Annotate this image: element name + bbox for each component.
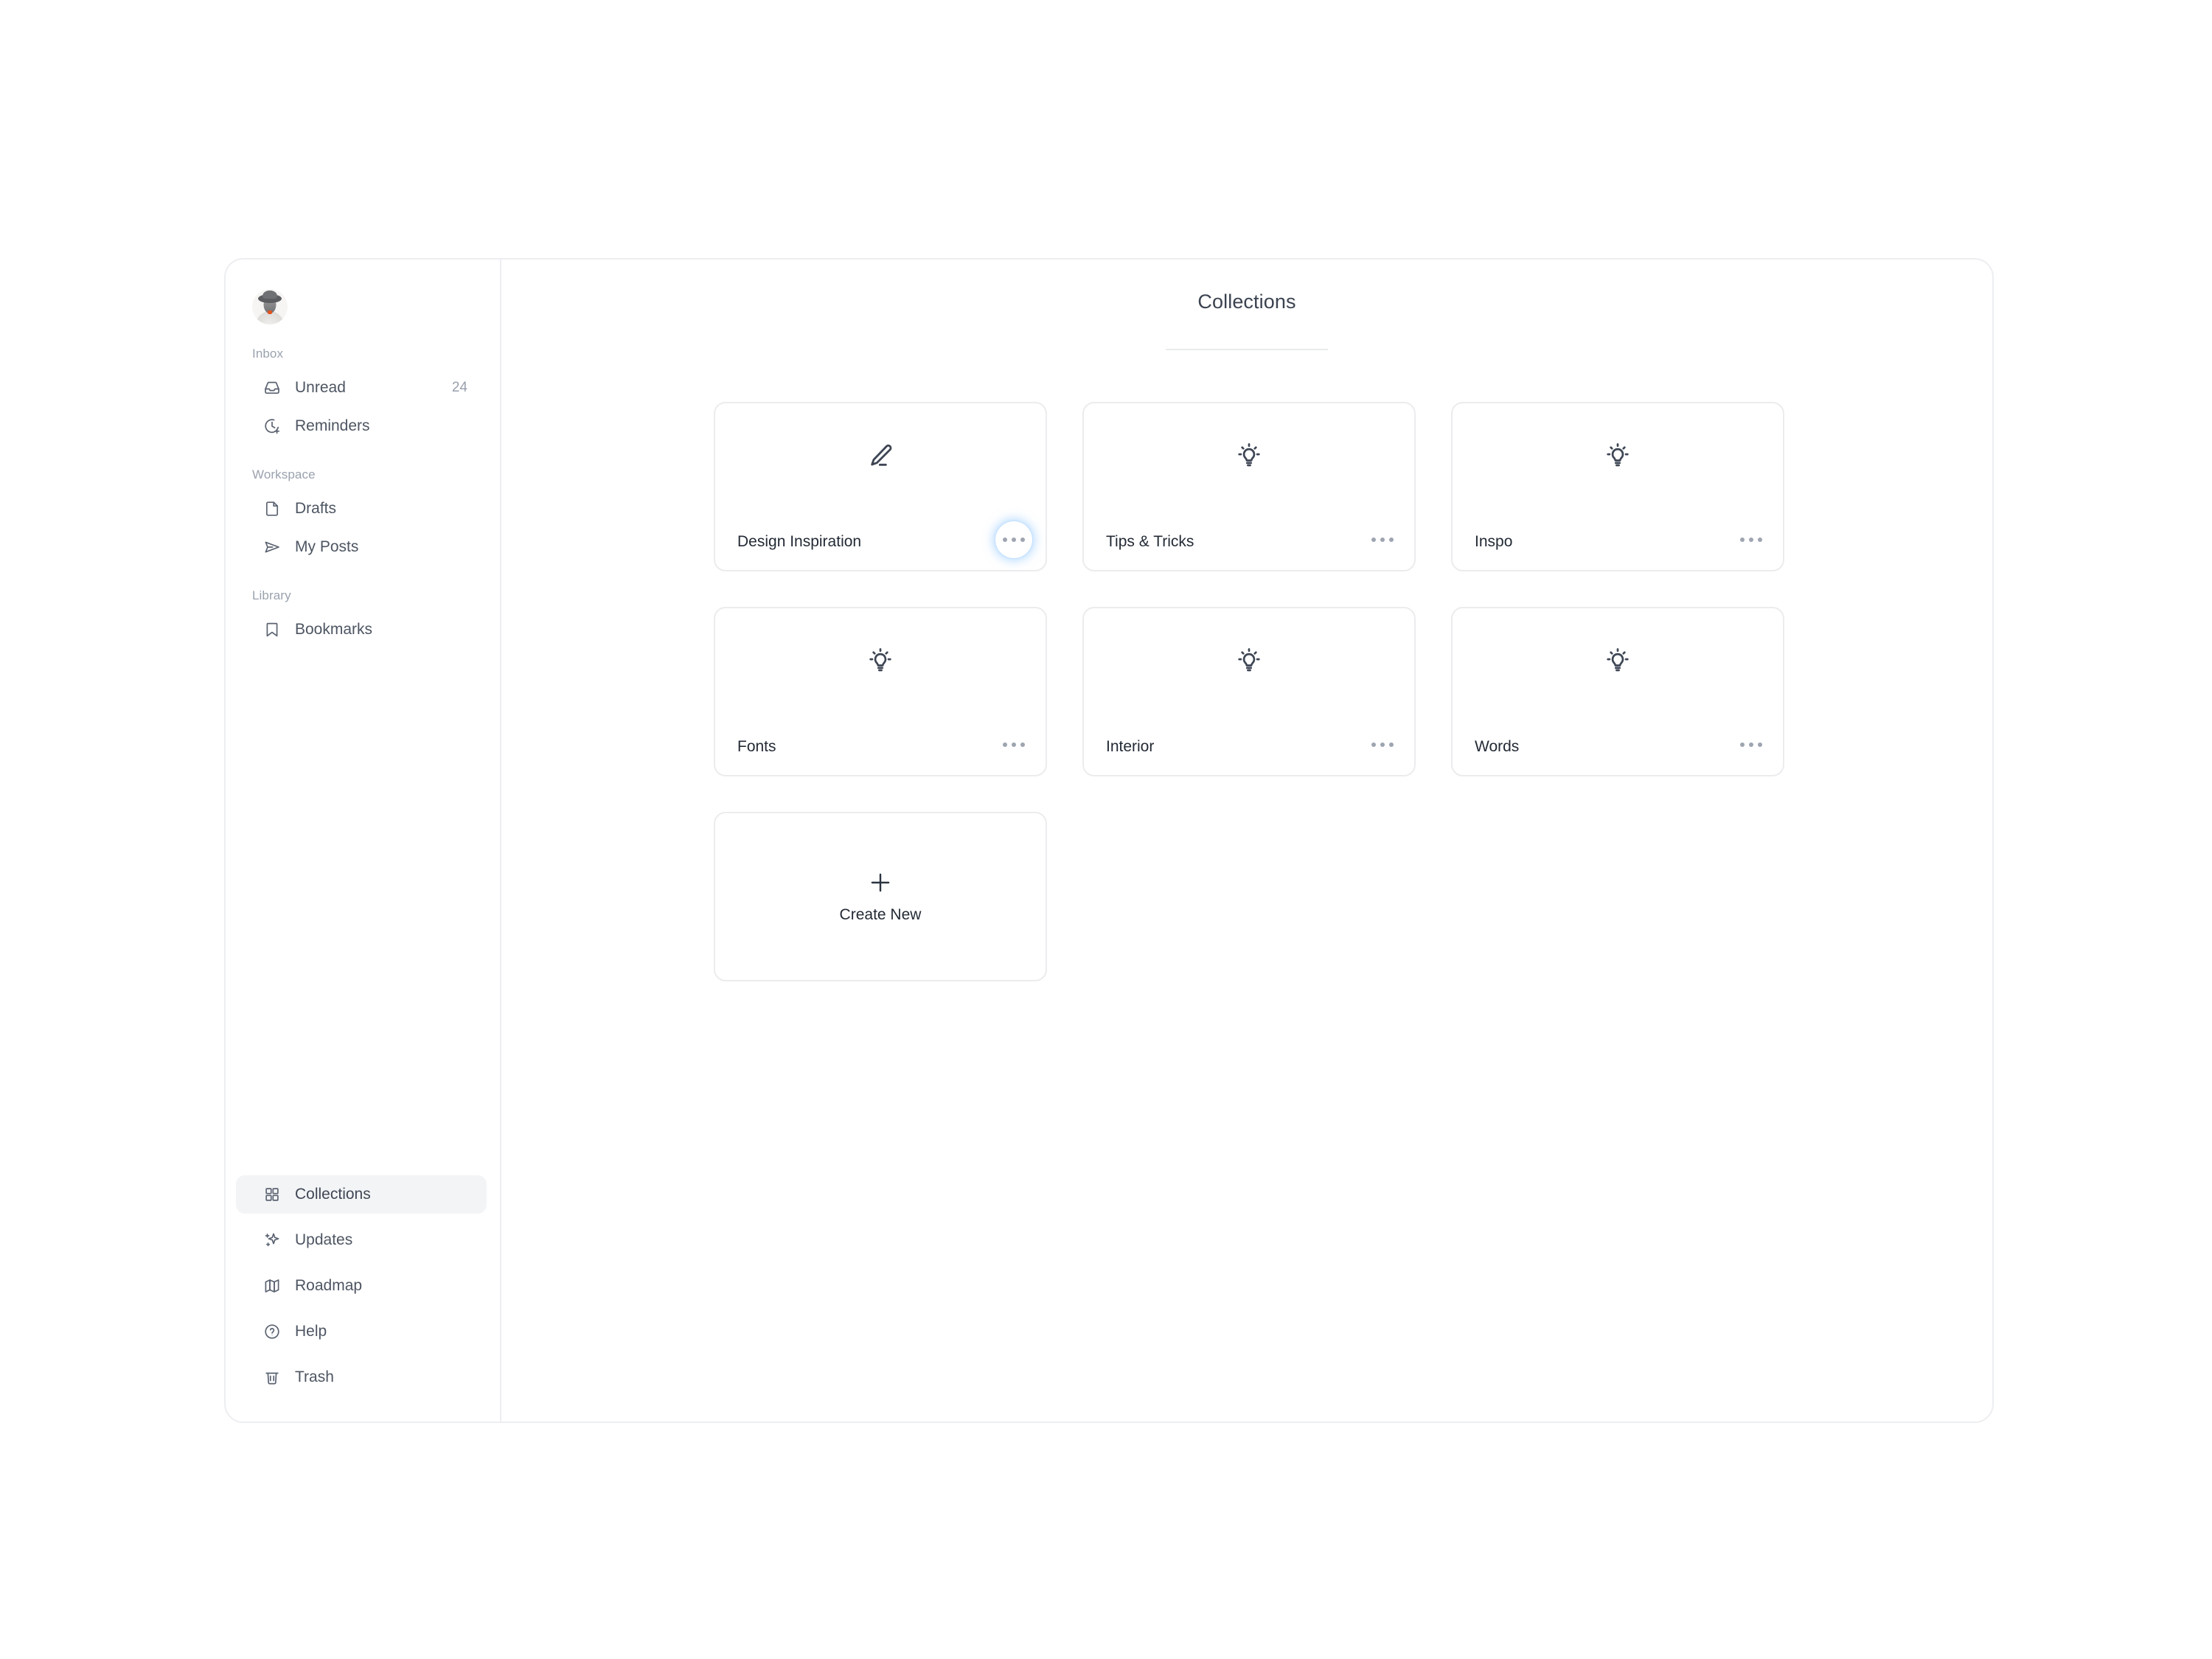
sidebar: Inbox Unread 24 Reminders Workspace Draf…: [226, 260, 501, 1422]
avatar-accent-dot: [268, 310, 272, 314]
send-icon: [262, 538, 282, 557]
collection-card-tips-tricks[interactable]: Tips & Tricks: [1082, 402, 1416, 571]
sidebar-item-label: Roadmap: [295, 1277, 363, 1294]
collection-card-label: Words: [1475, 738, 1520, 755]
collection-card-label: Fonts: [737, 738, 776, 755]
bookmark-icon: [262, 620, 282, 639]
sidebar-item-label: My Posts: [295, 538, 359, 555]
lightbulb-icon: [1453, 442, 1783, 470]
create-new-label: Create New: [839, 906, 922, 923]
lightbulb-icon: [1084, 647, 1414, 675]
grid-icon: [262, 1185, 282, 1204]
sidebar-item-label: Reminders: [295, 417, 370, 434]
map-icon: [262, 1276, 282, 1295]
sidebar-section-label-workspace: Workspace: [252, 467, 316, 481]
collection-more-options-button[interactable]: [1734, 728, 1768, 762]
collection-more-options-button[interactable]: [1366, 728, 1399, 762]
sidebar-item-label: Help: [295, 1323, 327, 1340]
lightbulb-icon: [715, 647, 1046, 675]
avatar-hat-crown-shape: [262, 291, 277, 299]
sidebar-item-label: Updates: [295, 1231, 353, 1248]
collection-more-options-button[interactable]: [997, 728, 1031, 762]
collections-grid: Design Inspiration Tips & Tricks Inspo F…: [714, 402, 1784, 981]
sidebar-item-label: Unread: [295, 379, 346, 396]
sidebar-item-label: Bookmarks: [295, 621, 373, 638]
create-new-collection-card[interactable]: Create New: [714, 812, 1047, 981]
collection-card-label: Tips & Tricks: [1106, 533, 1194, 550]
sidebar-section-label-library: Library: [252, 588, 291, 602]
sidebar-top-section: Inbox Unread 24 Reminders Workspace Draf…: [226, 289, 500, 1175]
collection-more-options-button[interactable]: [1734, 523, 1768, 557]
sidebar-item-label: Drafts: [295, 500, 337, 517]
sidebar-item-roadmap[interactable]: Roadmap: [236, 1267, 487, 1305]
ellipsis-icon: [1371, 538, 1394, 542]
sidebar-item-label: Collections: [295, 1186, 371, 1203]
ellipsis-icon: [1740, 538, 1762, 542]
collection-card-inspo[interactable]: Inspo: [1451, 402, 1784, 571]
collection-card-fonts[interactable]: Fonts: [714, 607, 1047, 776]
clock-plus-icon: [262, 417, 282, 436]
question-circle-icon: [262, 1322, 282, 1341]
main-content: Collections Design Inspiration Tips & Tr…: [501, 260, 1992, 1422]
ellipsis-icon: [1003, 742, 1025, 747]
app-window: Inbox Unread 24 Reminders Workspace Draf…: [224, 258, 1994, 1423]
collection-card-interior[interactable]: Interior: [1082, 607, 1416, 776]
avatar-container: [226, 289, 500, 324]
collection-card-words[interactable]: Words: [1451, 607, 1784, 776]
sidebar-item-label: Trash: [295, 1368, 334, 1385]
file-icon: [262, 499, 282, 518]
collection-card-label: Design Inspiration: [737, 533, 862, 550]
sidebar-item-bookmarks[interactable]: Bookmarks: [236, 611, 487, 649]
sidebar-item-reminders[interactable]: Reminders: [236, 407, 487, 445]
pencil-icon: [715, 442, 1046, 471]
page-title: Collections: [1197, 291, 1296, 313]
sidebar-item-drafts[interactable]: Drafts: [236, 490, 487, 528]
title-divider: [1166, 349, 1328, 350]
lightbulb-icon: [1084, 442, 1414, 470]
lightbulb-icon: [1453, 647, 1783, 675]
sparkles-icon: [262, 1231, 282, 1250]
sidebar-item-unread[interactable]: Unread 24: [236, 369, 487, 407]
sidebar-item-help[interactable]: Help: [236, 1312, 487, 1351]
trash-icon: [262, 1368, 282, 1387]
unread-count-badge: 24: [451, 380, 467, 395]
sidebar-section-label-inbox: Inbox: [252, 347, 284, 361]
ellipsis-icon: [1003, 538, 1025, 542]
sidebar-item-my-posts[interactable]: My Posts: [236, 528, 487, 566]
collection-more-options-button[interactable]: [997, 523, 1031, 557]
inbox-icon: [262, 378, 282, 397]
sidebar-item-trash[interactable]: Trash: [236, 1358, 487, 1397]
collection-more-options-button[interactable]: [1366, 523, 1399, 557]
collection-card-design-inspiration[interactable]: Design Inspiration: [714, 402, 1047, 571]
sidebar-footer-nav: Collections Updates Roadmap Help Trash: [226, 1175, 500, 1401]
ellipsis-icon: [1371, 742, 1394, 747]
collection-card-label: Interior: [1106, 738, 1155, 755]
sidebar-item-updates[interactable]: Updates: [236, 1221, 487, 1259]
sidebar-item-collections[interactable]: Collections: [236, 1175, 487, 1214]
collection-card-label: Inspo: [1475, 533, 1513, 550]
plus-icon: [867, 869, 894, 896]
ellipsis-icon: [1740, 742, 1762, 747]
avatar[interactable]: [252, 289, 288, 324]
